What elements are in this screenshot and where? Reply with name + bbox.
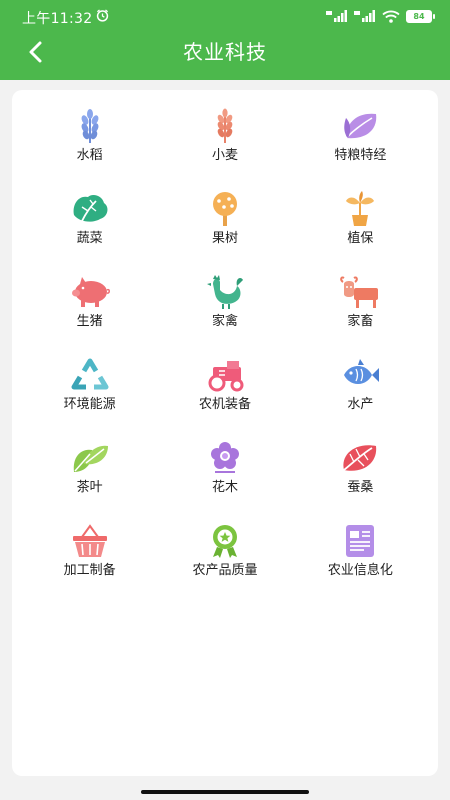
home-indicator[interactable] [141, 790, 309, 794]
alarm-icon [96, 9, 109, 22]
flower-icon [210, 442, 239, 473]
category-label: 农业信息化 [327, 563, 393, 578]
wifi-icon [382, 10, 400, 23]
category-label: 茶叶 [76, 480, 103, 495]
category-label: 水稻 [76, 148, 103, 163]
special-crops-icon [344, 113, 377, 139]
category-vegetable[interactable]: 蔬菜 [22, 191, 157, 251]
category-grid: 水稻 小麦 特粮特经 蔬菜 果树 植保 生猪 家禽 家畜 环境能源 农机装备 水… [22, 108, 428, 583]
quality-badge-icon [212, 525, 237, 558]
category-agri-informatization[interactable]: 农业信息化 [293, 523, 428, 583]
signal-icon [326, 10, 347, 22]
tractor-icon [208, 361, 244, 392]
category-tea[interactable]: 茶叶 [22, 440, 157, 500]
fish-icon [344, 359, 380, 384]
mulberry-leaf-icon [343, 445, 377, 471]
category-plant-protection[interactable]: 植保 [293, 191, 428, 251]
category-label: 花木 [211, 480, 238, 495]
category-label: 农机装备 [198, 397, 251, 412]
category-label: 特粮特经 [334, 148, 387, 163]
category-label: 果树 [211, 231, 238, 246]
category-label: 环境能源 [63, 397, 116, 412]
category-pig[interactable]: 生猪 [22, 274, 157, 334]
category-farm-machinery[interactable]: 农机装备 [157, 357, 292, 417]
category-label: 小麦 [211, 148, 238, 163]
category-processing[interactable]: 加工制备 [22, 523, 157, 583]
tea-leaf-icon [73, 445, 108, 472]
category-label: 蔬菜 [76, 231, 103, 246]
category-special-crops[interactable]: 特粮特经 [293, 108, 428, 168]
category-fruit-tree[interactable]: 果树 [157, 191, 292, 251]
category-environment-energy[interactable]: 环境能源 [22, 357, 157, 417]
recycle-icon [71, 358, 109, 390]
signal-icon-2 [354, 10, 375, 22]
category-label: 水产 [347, 397, 374, 412]
rice-icon [81, 109, 99, 143]
basket-icon [72, 524, 107, 557]
category-label: 农产品质量 [192, 563, 258, 578]
vegetable-icon [73, 195, 108, 222]
status-time: 上午11:32 [22, 11, 93, 27]
category-label: 植保 [347, 231, 374, 246]
category-poultry[interactable]: 家禽 [157, 274, 292, 334]
category-label: 加工制备 [63, 563, 116, 578]
battery-icon: 84 [406, 9, 435, 23]
pig-icon [71, 277, 110, 307]
category-livestock[interactable]: 家畜 [293, 274, 428, 334]
category-aquatic[interactable]: 水产 [293, 357, 428, 417]
category-card: 水稻 小麦 特粮特经 蔬菜 果树 植保 生猪 家禽 家畜 环境能源 农机装备 水… [12, 90, 438, 776]
category-flowers-trees[interactable]: 花木 [157, 440, 292, 500]
cattle-icon [340, 276, 379, 308]
document-icon [346, 525, 375, 557]
fruit-tree-icon [212, 192, 237, 226]
category-label: 家畜 [347, 314, 374, 329]
category-label: 生猪 [76, 314, 103, 329]
category-product-quality[interactable]: 农产品质量 [157, 523, 292, 583]
plant-protection-icon [346, 191, 375, 226]
category-wheat[interactable]: 小麦 [157, 108, 292, 168]
page-title: 农业科技 [183, 40, 267, 64]
status-bar: 上午11:32 84 [0, 0, 450, 32]
status-indicators: 84 [326, 9, 435, 23]
category-label: 蚕桑 [347, 480, 374, 495]
wheat-icon [217, 108, 233, 143]
category-label: 家禽 [211, 314, 238, 329]
category-rice[interactable]: 水稻 [22, 108, 157, 168]
rooster-icon [206, 275, 243, 309]
category-sericulture[interactable]: 蚕桑 [293, 440, 428, 500]
app-header: 上午11:32 84 农业科技 [0, 0, 450, 80]
